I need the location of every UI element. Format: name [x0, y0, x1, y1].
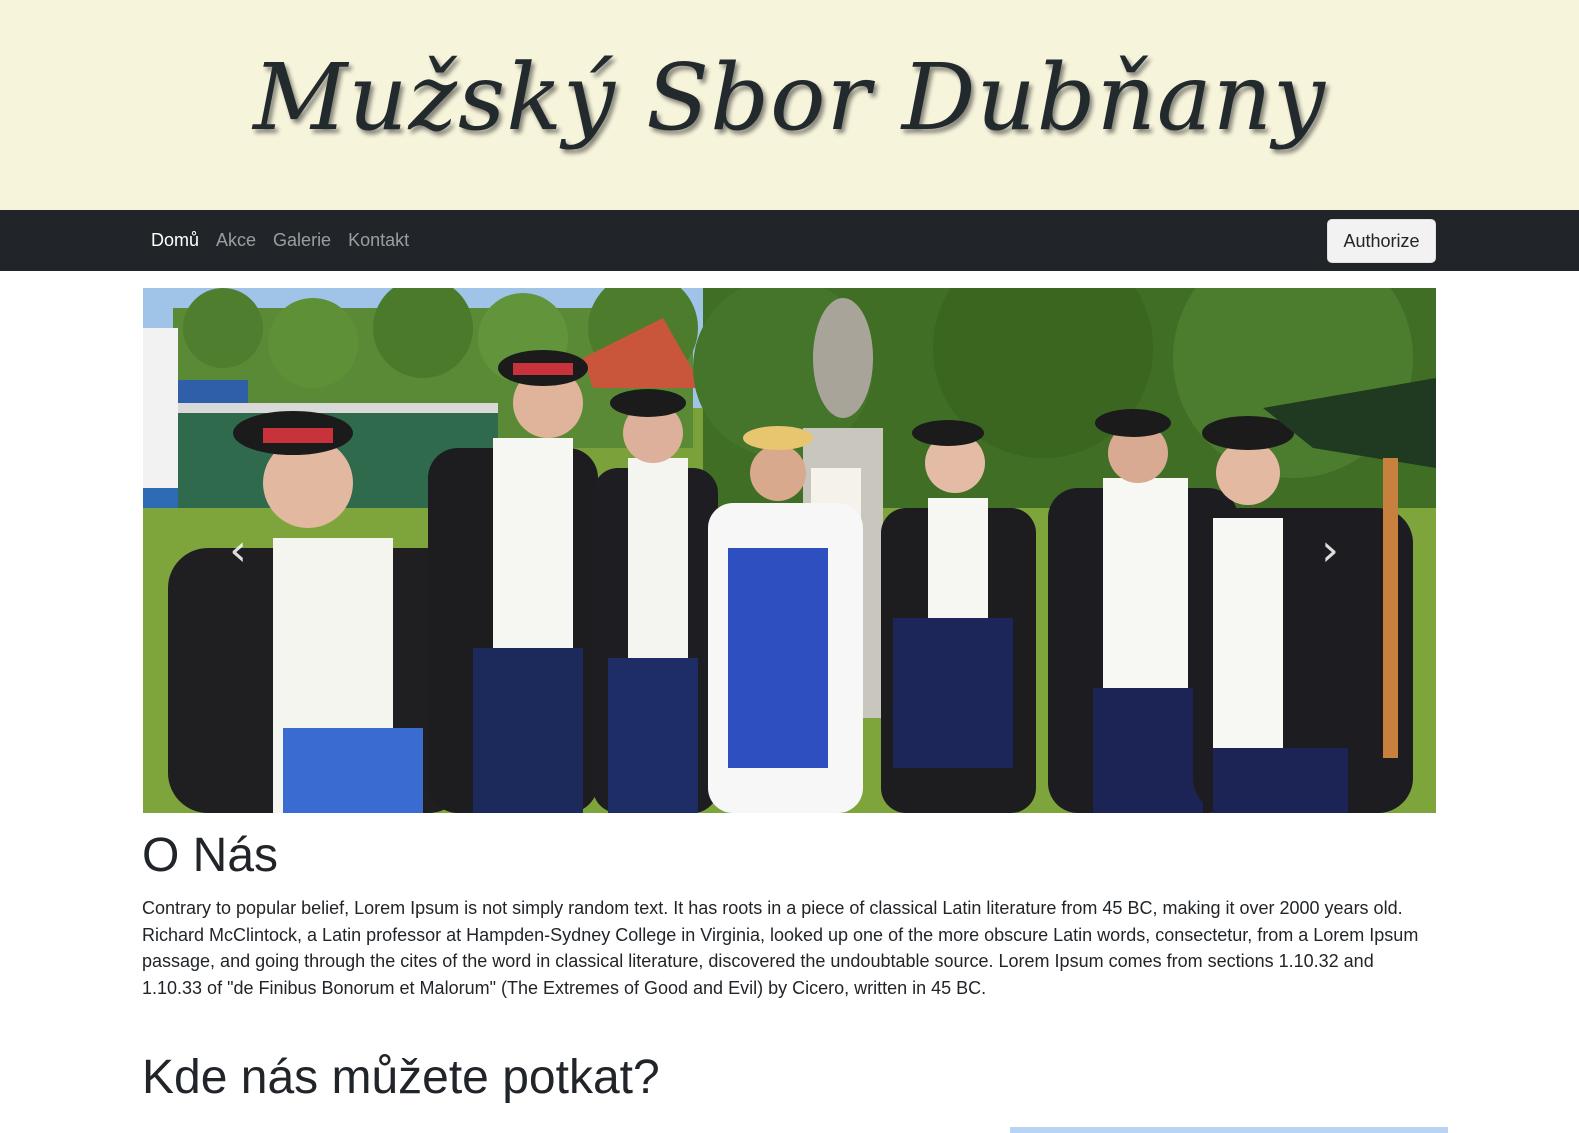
site-title: Mužský Sbor Dubňany [253, 44, 1326, 151]
about-heading: O Nás [142, 829, 279, 882]
carousel-prev-button[interactable]: ‹ [218, 520, 258, 580]
nav-item-domu[interactable]: Domů [151, 230, 199, 251]
nav-links: Domů Akce Galerie Kontakt [151, 210, 426, 271]
authorize-button[interactable]: Authorize [1327, 219, 1436, 263]
about-paragraph: Contrary to popular belief, Lorem Ipsum … [142, 898, 1419, 998]
photo-carousel[interactable]: ‹ › [143, 288, 1436, 813]
nav-item-kontakt[interactable]: Kontakt [348, 230, 409, 251]
nav-item-akce[interactable]: Akce [216, 230, 256, 251]
chevron-left-icon: ‹ [229, 524, 247, 576]
meet-heading: Kde nás můžete potkat? [142, 1051, 660, 1104]
chevron-right-icon: › [1321, 524, 1339, 576]
nav-item-galerie[interactable]: Galerie [273, 230, 331, 251]
site-banner: Mužský Sbor Dubňany [0, 0, 1579, 210]
carousel-next-button[interactable]: › [1310, 520, 1350, 580]
carousel-photo [143, 288, 1436, 813]
meet-info-box [1010, 1127, 1448, 1133]
